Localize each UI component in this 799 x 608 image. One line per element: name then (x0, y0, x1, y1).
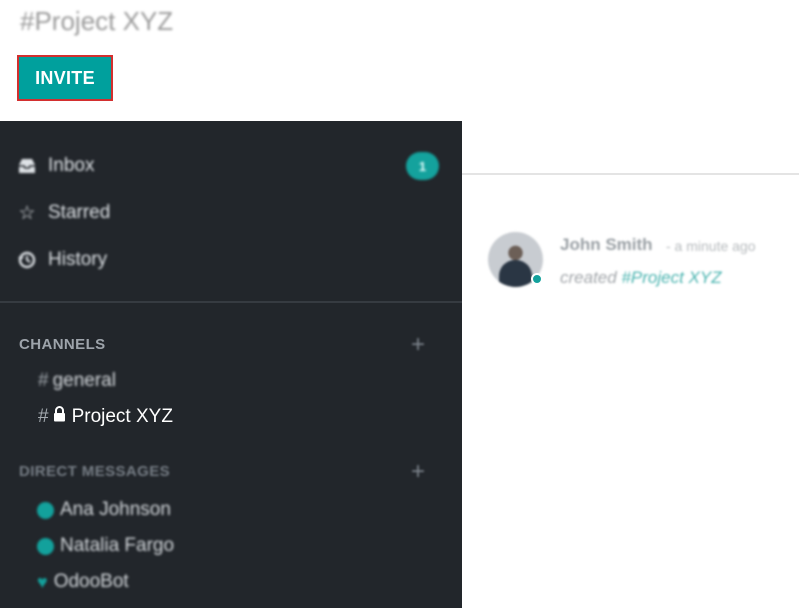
lock-icon (53, 406, 66, 428)
message-body-text: created (560, 268, 617, 287)
add-channel-button[interactable]: + (411, 331, 425, 359)
message-author[interactable]: John Smith (560, 235, 653, 255)
sidebar-item-dm-natalia-fargo[interactable]: Natalia Fargo (37, 535, 174, 557)
dm-label: OdooBot (53, 571, 129, 592)
message-timestamp: - a minute ago (666, 238, 756, 254)
message-body: created #Project XYZ (560, 268, 722, 288)
sidebar-item-dm-odoobot[interactable]: ♥ OdooBot (37, 571, 129, 593)
direct-messages-header[interactable]: DIRECT MESSAGES (19, 463, 170, 480)
thread-header-divider (462, 173, 799, 175)
main-thread: John Smith - a minute ago created #Proje… (462, 121, 799, 608)
sidebar: Inbox 1 ☆ Starred History CHANNELS + # g… (0, 121, 462, 608)
sidebar-divider (0, 301, 462, 303)
invite-button[interactable]: INVITE (17, 55, 113, 101)
online-status-icon (37, 501, 54, 519)
header: #Project XYZ INVITE (0, 0, 799, 121)
sidebar-item-history[interactable]: History (16, 249, 107, 271)
hash-icon: # (38, 406, 49, 427)
inbox-icon (16, 155, 38, 177)
history-icon (16, 249, 38, 271)
online-status-icon (37, 537, 54, 555)
sidebar-item-inbox[interactable]: Inbox (16, 155, 94, 177)
add-direct-message-button[interactable]: + (411, 458, 425, 486)
hash-icon: # (38, 370, 49, 391)
channel-label: Project XYZ (71, 406, 173, 427)
inbox-counter-badge: 1 (406, 152, 439, 180)
star-icon: ☆ (18, 202, 36, 224)
sidebar-item-label: Starred (48, 202, 111, 223)
sidebar-item-dm-ana-johnson[interactable]: Ana Johnson (37, 499, 171, 521)
sidebar-item-channel-general[interactable]: # general (38, 370, 116, 392)
sidebar-item-channel-project-xyz[interactable]: # Project XYZ (38, 406, 173, 428)
heart-icon: ♥ (37, 571, 48, 592)
online-status-icon (531, 273, 543, 285)
sidebar-item-starred[interactable]: ☆ Starred (16, 202, 110, 224)
channels-header[interactable]: CHANNELS (19, 336, 106, 353)
channel-label: general (52, 370, 116, 391)
dm-label: Natalia Fargo (60, 535, 175, 556)
sidebar-item-label: History (48, 249, 108, 270)
page-title: #Project XYZ (20, 6, 174, 36)
channel-link[interactable]: #Project XYZ (621, 268, 721, 287)
dm-label: Ana Johnson (60, 499, 171, 520)
sidebar-item-label: Inbox (48, 155, 95, 176)
